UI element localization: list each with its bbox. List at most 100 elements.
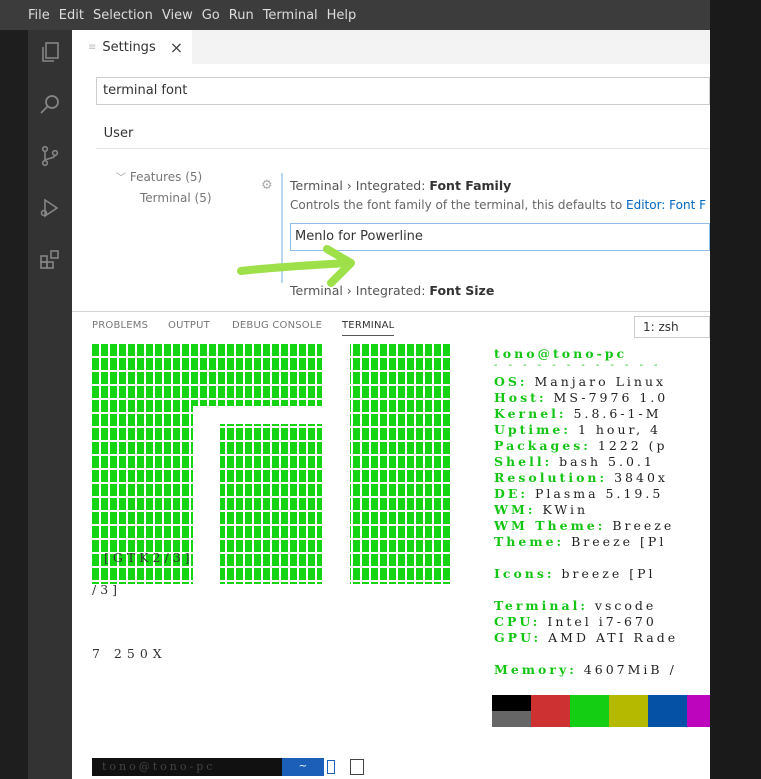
setting-title-prefix: Terminal › Integrated: [290, 178, 430, 193]
slash-text: /3] [92, 582, 122, 597]
tab-terminal[interactable]: TERMINAL [342, 320, 395, 336]
info-key: CPU: [494, 614, 541, 629]
info-key: Host: [494, 390, 547, 405]
menu-run[interactable]: Run [229, 8, 254, 23]
search-icon[interactable] [36, 90, 64, 118]
info-value: Breeze [605, 518, 675, 533]
chevron-down-icon: ﹀ [116, 173, 126, 184]
explorer-icon[interactable] [36, 38, 64, 66]
info-key: Kernel: [494, 406, 567, 421]
color-swatch [492, 695, 531, 711]
info-key: Uptime: [494, 422, 571, 437]
color-swatch [609, 695, 648, 711]
menu-bar: File Edit Selection View Go Run Terminal… [0, 0, 710, 30]
gpu-tail-text: 7 250X [92, 646, 167, 661]
extensions-icon[interactable] [36, 246, 64, 274]
shell-select[interactable]: 1: zsh [634, 316, 710, 338]
settings-tab[interactable]: ≡ Settings × [72, 30, 192, 64]
settings-tab-label: Settings [102, 39, 156, 55]
menu-view[interactable]: View [162, 8, 193, 23]
close-icon[interactable]: × [170, 38, 183, 57]
menu-go[interactable]: Go [202, 8, 220, 23]
info-line: Resolution: 3840x [494, 470, 668, 485]
editor-font-link[interactable]: Editor: Font F [626, 198, 706, 212]
setting-title-prefix: Terminal › Integrated: [290, 283, 430, 298]
info-key: Shell: [494, 454, 553, 469]
info-key: GPU: [494, 630, 542, 645]
gtk-text: [GTK2/3] [104, 550, 194, 565]
info-value: 1 hour, 4 [570, 422, 661, 437]
terminal-cursor [327, 760, 335, 774]
info-line: OS: Manjaro Linux [494, 374, 666, 389]
tab-output[interactable]: OUTPUT [168, 320, 210, 331]
color-swatch [687, 695, 710, 711]
info-value: Manjaro Linux [527, 374, 667, 389]
info-key: WM: [494, 502, 536, 517]
color-swatch [570, 711, 609, 727]
terminal-dashes: - - - - - - - - - - - - [494, 360, 662, 371]
setting-font-size-title: Terminal › Integrated: Font Size [290, 283, 494, 298]
toc-terminal[interactable]: Terminal (5) [140, 191, 212, 205]
info-line: WM Theme: Breeze [494, 518, 674, 533]
terminal-panel: PROBLEMS OUTPUT DEBUG CONSOLE TERMINAL 1… [72, 312, 710, 779]
tab-problems[interactable]: PROBLEMS [92, 320, 148, 331]
setting-font-family-title: Terminal › Integrated: Font Family [290, 178, 511, 193]
info-line: CPU: Intel i7-670 [494, 614, 657, 629]
info-line: DE: Plasma 5.19.5 [494, 486, 663, 501]
tab-debug-console[interactable]: DEBUG CONSOLE [232, 320, 322, 331]
info-key: Packages: [494, 438, 591, 453]
settings-search-input[interactable]: terminal font [96, 77, 710, 105]
toc-features-label: Features (5) [129, 170, 203, 184]
color-swatch [687, 711, 710, 727]
scope-divider [96, 148, 710, 149]
terminal-userhost: tono@tono-pc [494, 346, 628, 361]
info-value: Plasma 5.19.5 [527, 486, 664, 501]
settings-file-icon: ≡ [88, 41, 97, 53]
info-line: Memory: 4607MiB / [494, 662, 677, 677]
info-key: WM Theme: [494, 518, 606, 533]
outer-background [710, 0, 761, 779]
menu-terminal[interactable]: Terminal [263, 8, 318, 23]
info-line: Uptime: 1 hour, 4 [494, 422, 661, 437]
activity-bar [28, 30, 72, 779]
run-debug-icon[interactable] [36, 194, 64, 222]
info-value: Breeze [Pl [564, 534, 667, 549]
info-key: Terminal: [494, 598, 588, 613]
color-swatch [531, 711, 570, 727]
source-control-icon[interactable] [36, 142, 64, 170]
info-value: AMD ATI Rade [541, 630, 679, 645]
prompt-userhost: tono@tono-pc [92, 758, 282, 776]
info-value: MS-7976 1.0 [546, 390, 669, 405]
color-swatch [531, 695, 570, 711]
gear-icon[interactable]: ⚙ [261, 178, 273, 193]
info-key: DE: [494, 486, 528, 501]
info-key: OS: [494, 374, 528, 389]
info-key: Memory: [494, 662, 577, 677]
menu-edit[interactable]: Edit [59, 8, 84, 23]
info-value: 5.8.6-1-M [566, 406, 662, 421]
setting-title-name: Font Size [429, 283, 495, 298]
menu-help[interactable]: Help [327, 8, 357, 23]
user-scope-tab[interactable]: User [96, 118, 141, 149]
menu-file[interactable]: File [28, 8, 50, 23]
manjaro-logo-bottom [92, 568, 452, 582]
info-value: Intel i7-670 [540, 614, 657, 629]
toc-features[interactable]: ﹀ Features (5) [116, 169, 202, 184]
color-swatch [492, 711, 531, 727]
info-value: breeze [Pl [554, 566, 656, 581]
setting-title-name: Font Family [429, 178, 512, 193]
info-key: Icons: [494, 566, 555, 581]
menu-selection[interactable]: Selection [93, 8, 153, 23]
tab-strip: ≡ Settings × [72, 30, 710, 64]
prompt-directory: ~ [282, 758, 324, 776]
prompt-box [350, 759, 364, 775]
info-line: GPU: AMD ATI Rade [494, 630, 678, 645]
info-value: vscode [587, 598, 657, 613]
info-line: Icons: breeze [Pl [494, 566, 656, 581]
info-key: Resolution: [494, 470, 608, 485]
info-line: Host: MS-7976 1.0 [494, 390, 668, 405]
setting-description-text: Controls the font family of the terminal… [290, 198, 626, 212]
info-line: Packages: 1222 (p [494, 438, 668, 453]
settings-editor: ≡ Settings × terminal font User ﹀ Featur… [72, 30, 710, 311]
info-value: bash 5.0.1 [552, 454, 655, 469]
